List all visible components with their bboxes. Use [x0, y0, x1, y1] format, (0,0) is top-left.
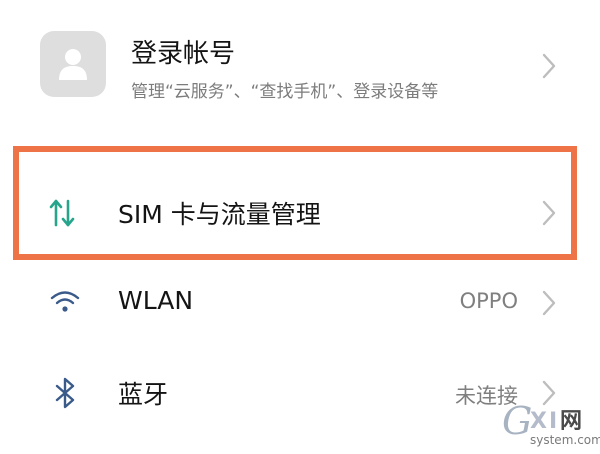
- chevron-right-icon: [540, 288, 558, 318]
- svg-text:G: G: [502, 399, 532, 443]
- svg-text:system.com: system.com: [530, 433, 600, 447]
- wlan-status-value: OPPO: [459, 289, 518, 313]
- bluetooth-label: 蓝牙: [118, 380, 169, 409]
- avatar: [40, 31, 106, 97]
- svg-text:网: 网: [560, 409, 582, 434]
- wlan-label: WLAN: [118, 286, 194, 315]
- site-watermark-logo: G X I 网 system.com: [500, 398, 600, 450]
- chevron-right-icon: [540, 51, 558, 81]
- bluetooth-icon: [55, 377, 77, 413]
- account-title: 登录帐号: [131, 39, 236, 69]
- wifi-icon: [50, 289, 80, 317]
- svg-text:X: X: [530, 409, 547, 434]
- data-transfer-arrows-icon: [49, 198, 75, 232]
- chevron-right-icon: [540, 198, 558, 228]
- account-subtitle: 管理“云服务”、“查找手机”、登录设备等: [131, 82, 439, 102]
- svg-text:I: I: [549, 409, 557, 434]
- sim-label: SIM 卡与流量管理: [118, 200, 321, 229]
- person-icon: [59, 49, 87, 80]
- account-login-row[interactable]: 登录帐号 管理“云服务”、“查找手机”、登录设备等: [0, 0, 600, 125]
